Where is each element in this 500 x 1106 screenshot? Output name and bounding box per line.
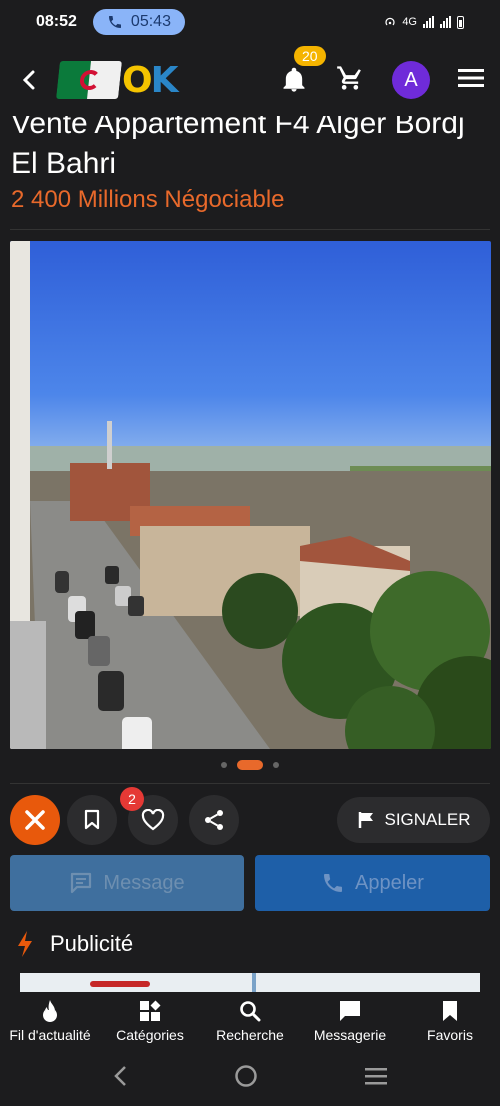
hamburger-menu-icon	[458, 68, 484, 87]
algeria-flag-icon	[56, 61, 122, 99]
pagination-dot-active[interactable]	[237, 760, 263, 770]
nav-item-feed[interactable]: Fil d'actualité	[0, 992, 100, 1050]
nav-label: Messagerie	[313, 1027, 387, 1043]
bottom-navigation: Fil d'actualité Catégories Recherche Mes…	[0, 992, 500, 1050]
share-button[interactable]	[189, 795, 239, 845]
call-timer: 05:43	[130, 13, 171, 30]
signal-icon	[423, 16, 434, 28]
bookmark-icon	[84, 809, 100, 830]
divider	[10, 783, 490, 784]
nav-label: Recherche	[216, 1027, 284, 1043]
ad-banner-graphic	[90, 981, 150, 987]
phone-icon	[324, 874, 343, 892]
listing-title: Vente Appartement F4 Alger Bordj El Bahr…	[11, 107, 465, 180]
pagination-dot[interactable]	[221, 762, 227, 768]
listing-photo[interactable]	[10, 241, 491, 749]
battery-icon	[457, 15, 464, 29]
publicity-section-header: Publicité	[16, 930, 133, 958]
network-type: 4G	[402, 16, 417, 28]
avatar[interactable]: A	[392, 61, 430, 99]
system-back-button[interactable]	[113, 1065, 127, 1092]
logo-wordmark: OK	[122, 59, 179, 101]
report-button[interactable]: SIGNALER	[337, 797, 490, 843]
message-icon	[71, 872, 92, 894]
nav-item-categories[interactable]: Catégories	[100, 992, 200, 1050]
fire-icon	[43, 1000, 57, 1022]
app-header: OK 20 A	[0, 44, 500, 116]
publicity-label: Publicité	[50, 931, 134, 956]
heart-icon	[141, 809, 165, 831]
pagination-dot[interactable]	[273, 762, 279, 768]
save-button[interactable]	[67, 795, 117, 845]
call-button[interactable]: Appeler	[255, 855, 490, 911]
lightning-icon	[18, 931, 32, 957]
divider	[10, 229, 490, 230]
system-recents-button[interactable]	[364, 1067, 387, 1090]
status-bar: 08:52 05:43 4G	[0, 0, 500, 44]
status-icons: 4G	[384, 15, 464, 29]
nav-label: Fil d'actualité	[9, 1027, 91, 1043]
back-button[interactable]	[16, 67, 42, 93]
message-label: Message	[103, 871, 185, 894]
message-button[interactable]: Message	[10, 855, 244, 911]
listing-actions: 2 SIGNALER	[10, 787, 490, 845]
bookmark-icon	[443, 1001, 457, 1021]
report-label: SIGNALER	[384, 810, 471, 829]
nav-label: Favoris	[427, 1027, 473, 1043]
recents-icon	[364, 1067, 387, 1084]
nav-item-favorites[interactable]: Favoris	[400, 992, 500, 1050]
categories-icon	[140, 1000, 161, 1021]
notification-count-badge: 20	[294, 46, 326, 66]
nav-item-messages[interactable]: Messagerie	[300, 992, 400, 1050]
share-icon	[205, 810, 223, 830]
street-view-image	[10, 241, 491, 749]
notifications-button[interactable]: 20	[280, 46, 326, 94]
tools-icon	[25, 810, 45, 830]
phone-icon	[108, 16, 121, 28]
call-label: Appeler	[355, 871, 424, 894]
home-circle-icon	[235, 1064, 257, 1087]
system-navigation	[0, 1050, 500, 1106]
ad-banner[interactable]	[20, 973, 480, 993]
flag-icon	[358, 812, 373, 828]
nav-item-search[interactable]: Recherche	[200, 992, 300, 1050]
cart-button[interactable]	[336, 64, 364, 97]
app-logo[interactable]: OK	[56, 59, 179, 101]
menu-button[interactable]	[458, 67, 484, 94]
favorite-button[interactable]: 2	[120, 787, 178, 845]
ad-banner-divider	[252, 973, 256, 993]
cart-icon	[337, 65, 361, 90]
bell-icon	[283, 67, 305, 92]
photo-pagination	[0, 760, 500, 770]
chevron-left-icon	[22, 70, 35, 90]
hotspot-icon	[385, 17, 395, 26]
favorites-count-badge: 2	[120, 787, 144, 811]
listing-price: 2 400 Millions Négociable	[11, 186, 285, 213]
ongoing-call-pill[interactable]: 05:43	[92, 9, 185, 35]
tools-button[interactable]	[10, 795, 60, 845]
nav-label: Catégories	[116, 1027, 184, 1043]
chat-icon	[340, 1001, 360, 1021]
search-icon	[240, 1001, 261, 1022]
signal-icon-2	[440, 16, 451, 28]
status-time: 08:52	[36, 13, 77, 30]
chevron-left-icon	[114, 1065, 127, 1086]
system-home-button[interactable]	[234, 1064, 258, 1093]
